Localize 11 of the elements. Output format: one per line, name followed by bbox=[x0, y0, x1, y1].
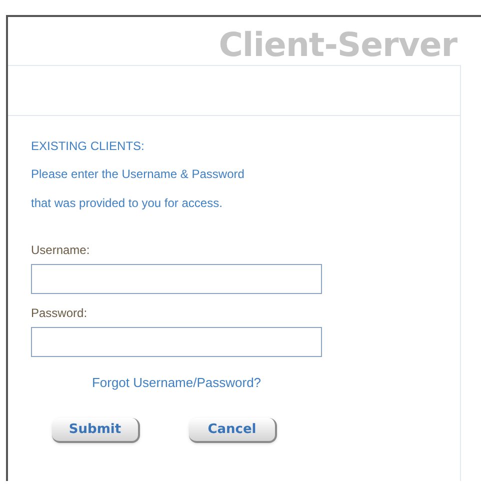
input-field[interactable] bbox=[31, 264, 322, 294]
instruction-text: that was provided to you for access. bbox=[31, 195, 222, 212]
instruction-text: Please enter the Username & Password bbox=[31, 166, 244, 183]
field-label: Password: bbox=[31, 305, 88, 322]
input-field[interactable] bbox=[31, 327, 322, 357]
form-button[interactable]: Submit bbox=[52, 418, 140, 443]
form-heading: EXISTING CLIENTS: bbox=[31, 138, 144, 155]
forgot-password-link[interactable]: Forgot Username/Password? bbox=[92, 375, 262, 391]
page-title: Client-Server bbox=[218, 25, 457, 65]
form-button[interactable]: Cancel bbox=[189, 418, 277, 443]
field-label: Username: bbox=[31, 242, 90, 259]
